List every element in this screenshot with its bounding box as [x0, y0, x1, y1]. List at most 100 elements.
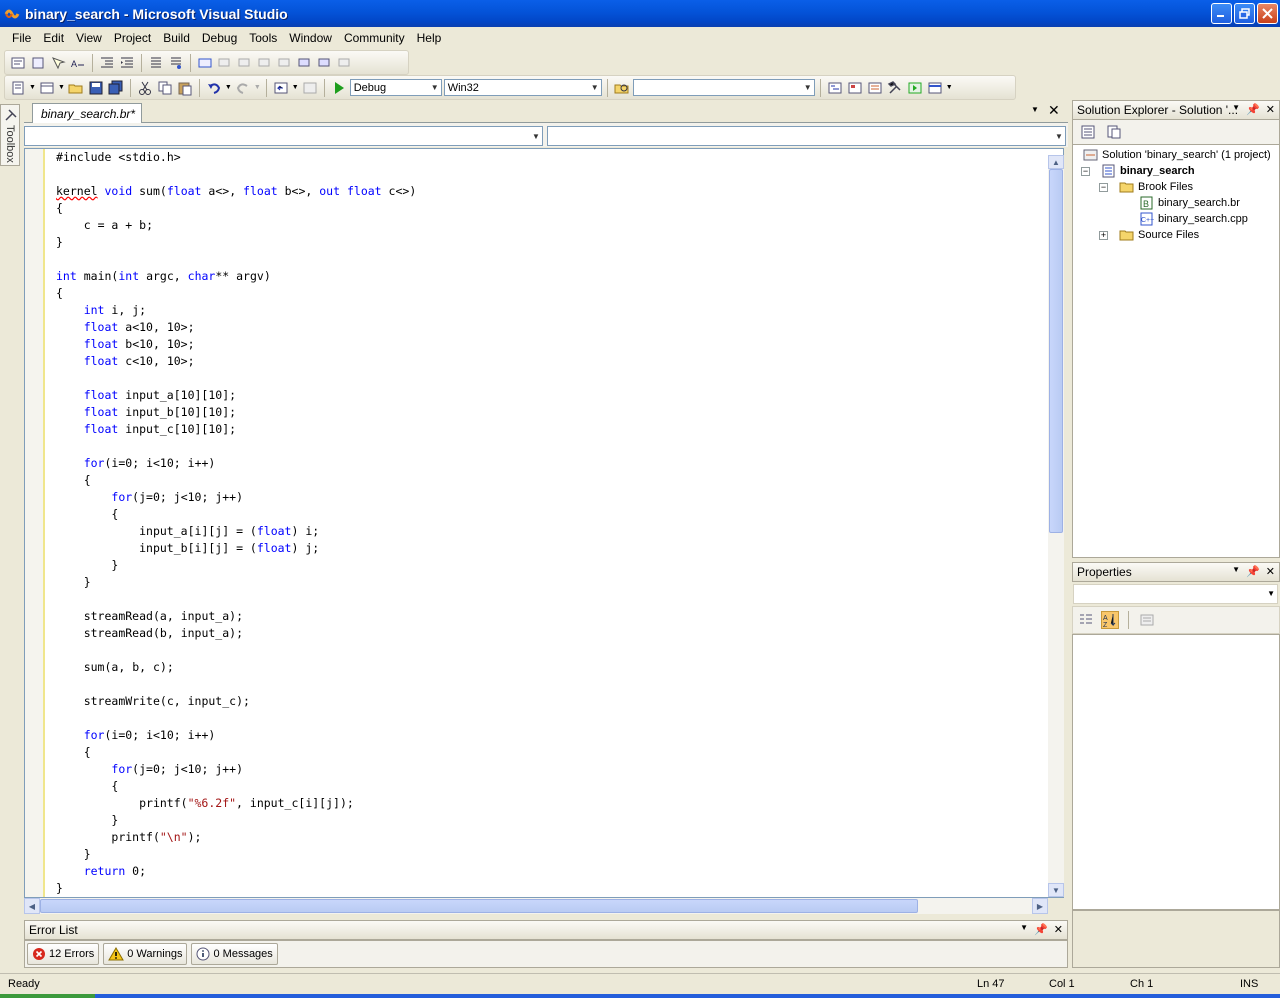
menu-debug[interactable]: Debug [196, 29, 243, 47]
code-line[interactable]: { [56, 285, 416, 302]
code-line[interactable]: } [56, 234, 416, 251]
code-line[interactable]: int i, j; [56, 302, 416, 319]
undo-icon[interactable] [205, 79, 223, 97]
scroll-right-icon[interactable]: ▶ [1032, 898, 1048, 914]
find-in-files-icon[interactable] [613, 79, 631, 97]
code-line[interactable] [56, 591, 416, 608]
menu-edit[interactable]: Edit [37, 29, 70, 47]
vertical-scroll-thumb[interactable] [1049, 169, 1063, 533]
close-button[interactable] [1257, 3, 1278, 24]
bookmark-next-icon[interactable] [236, 54, 254, 72]
chevron-down-icon[interactable]: ▼ [946, 84, 953, 91]
code-line[interactable]: int main(int argc, char** argv) [56, 268, 416, 285]
save-all-icon[interactable] [107, 79, 125, 97]
chevron-down-icon[interactable]: ▼ [58, 84, 65, 91]
code-line[interactable]: #include <stdio.h> [56, 149, 416, 166]
minimize-button[interactable] [1211, 3, 1232, 24]
code-editor[interactable]: #include <stdio.h> kernel void sum(float … [24, 148, 1064, 898]
scroll-left-icon[interactable]: ◀ [24, 898, 40, 914]
code-line[interactable] [56, 166, 416, 183]
pin-icon[interactable]: 📌 [1246, 103, 1260, 116]
window-position-icon[interactable]: ▼ [1232, 103, 1240, 116]
code-line[interactable]: } [56, 574, 416, 591]
decrease-indent-icon[interactable] [98, 54, 116, 72]
code-line[interactable]: float a<10, 10>; [56, 319, 416, 336]
comment-lines-icon[interactable] [147, 54, 165, 72]
types-dropdown[interactable]: ▼ [24, 126, 543, 146]
properties-window-icon[interactable] [846, 79, 864, 97]
chevron-down-icon[interactable]: ▼ [29, 84, 36, 91]
code-line[interactable] [56, 438, 416, 455]
code-line[interactable]: } [56, 880, 416, 897]
categorized-icon[interactable] [1077, 611, 1095, 629]
uncomment-lines-icon[interactable] [167, 54, 185, 72]
code-line[interactable]: for(i=0; i<10; i++) [56, 455, 416, 472]
object-browser-icon[interactable] [866, 79, 884, 97]
cut-icon[interactable] [136, 79, 154, 97]
property-pages-icon[interactable] [1138, 611, 1156, 629]
code-line[interactable]: { [56, 472, 416, 489]
bookmark-prev-icon[interactable] [216, 54, 234, 72]
code-line[interactable] [56, 676, 416, 693]
code-line[interactable] [56, 642, 416, 659]
object-members-icon[interactable] [9, 54, 27, 72]
close-panel-icon[interactable]: ✕ [1266, 103, 1275, 116]
restore-button[interactable] [1234, 3, 1255, 24]
code-line[interactable]: } [56, 557, 416, 574]
chevron-down-icon[interactable]: ▼ [292, 84, 299, 91]
tree-project[interactable]: binary_search [1101, 163, 1195, 179]
add-item-icon[interactable] [38, 79, 56, 97]
window-position-icon[interactable]: ▼ [1020, 923, 1028, 936]
copy-icon[interactable] [156, 79, 174, 97]
clear-bookmarks-icon[interactable] [336, 54, 354, 72]
code-line[interactable]: float b<10, 10>; [56, 336, 416, 353]
code-line[interactable]: kernel void sum(float a<>, float b<>, ou… [56, 183, 416, 200]
tree-folder-brook-files[interactable]: Brook Files [1119, 179, 1193, 195]
menu-view[interactable]: View [70, 29, 108, 47]
code-line[interactable]: printf("%6.2f", input_c[i][j]); [56, 795, 416, 812]
scroll-down-icon[interactable]: ▼ [1048, 883, 1064, 897]
code-line[interactable]: } [56, 846, 416, 863]
messages-filter-button[interactable]: 0 Messages [191, 943, 278, 965]
navigate-forward-icon[interactable] [301, 79, 319, 97]
code-line[interactable]: return 0; [56, 863, 416, 880]
code-line[interactable] [56, 370, 416, 387]
pin-icon[interactable]: 📌 [1034, 923, 1048, 936]
scroll-up-icon[interactable]: ▲ [1048, 155, 1064, 169]
close-document-icon[interactable]: ✕ [1048, 102, 1060, 119]
properties-icon[interactable] [1079, 123, 1097, 141]
redo-icon[interactable] [234, 79, 252, 97]
code-line[interactable]: float input_c[10][10]; [56, 421, 416, 438]
code-line[interactable] [56, 710, 416, 727]
code-line[interactable]: { [56, 200, 416, 217]
bookmark-prev-folder-icon[interactable] [256, 54, 274, 72]
chevron-down-icon[interactable]: ▼ [254, 84, 261, 91]
chevron-down-icon[interactable]: ▼ [225, 84, 232, 91]
code-line[interactable]: streamRead(b, input_a); [56, 625, 416, 642]
code-line[interactable]: input_a[i][j] = (float) i; [56, 523, 416, 540]
expand-source-files-icon[interactable]: + [1099, 231, 1108, 240]
toolbox-icon[interactable] [886, 79, 904, 97]
menu-build[interactable]: Build [157, 29, 196, 47]
pin-icon[interactable]: 📌 [1246, 565, 1260, 578]
save-icon[interactable] [87, 79, 105, 97]
window-position-icon[interactable]: ▼ [1232, 565, 1240, 578]
tree-folder-source-files[interactable]: Source Files [1119, 227, 1199, 243]
members-dropdown[interactable]: ▼ [547, 126, 1066, 146]
code-line[interactable]: for(j=0; j<10; j++) [56, 489, 416, 506]
bookmark-prev-doc-icon[interactable] [296, 54, 314, 72]
bookmark-next-folder-icon[interactable] [276, 54, 294, 72]
solution-explorer-icon[interactable] [826, 79, 844, 97]
tree-file-cpp[interactable]: C++ binary_search.cpp [1139, 211, 1248, 227]
warnings-filter-button[interactable]: 0 Warnings [103, 943, 188, 965]
show-all-files-icon[interactable] [1105, 123, 1123, 141]
tab-binary-search-br[interactable]: binary_search.br* [32, 103, 143, 123]
new-project-icon[interactable] [9, 79, 27, 97]
menu-community[interactable]: Community [338, 29, 411, 47]
close-panel-icon[interactable]: ✕ [1266, 565, 1275, 578]
active-files-dropdown-icon[interactable]: ▼ [1031, 105, 1039, 114]
code-line[interactable]: streamRead(a, input_a); [56, 608, 416, 625]
code-line[interactable]: printf("\n"); [56, 829, 416, 846]
menu-tools[interactable]: Tools [243, 29, 283, 47]
code-line[interactable] [56, 251, 416, 268]
